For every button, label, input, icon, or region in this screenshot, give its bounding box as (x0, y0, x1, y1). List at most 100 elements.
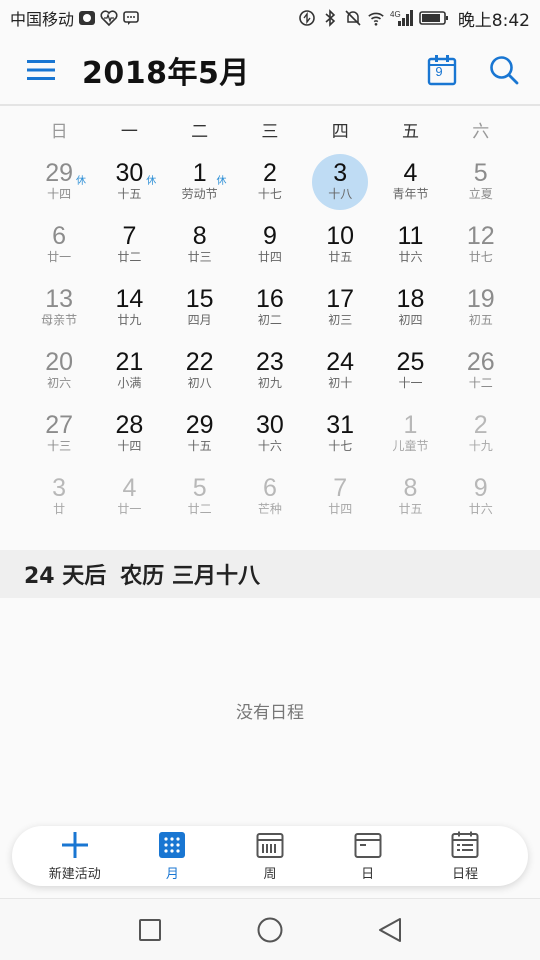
back-button[interactable] (370, 910, 410, 950)
day-cell[interactable]: 2 十九 (446, 402, 516, 465)
signal-icon: 4G (390, 9, 414, 27)
day-cell[interactable]: 31 十七 (305, 402, 375, 465)
day-cell[interactable]: 13 母亲节 (24, 276, 94, 339)
day-cell[interactable]: 23 初九 (235, 339, 305, 402)
tab-new-event[interactable]: 新建活动 (26, 826, 124, 886)
day-cell[interactable]: 24 初十 (305, 339, 375, 402)
day-cell[interactable]: 6 芒种 (235, 465, 305, 528)
lunar-label: 儿童节 (392, 439, 429, 453)
lunar-label: 十八 (328, 187, 353, 201)
bottom-tab-bar: 新建活动 月 周 日 日程 (12, 826, 528, 886)
day-cell[interactable]: 4 廿一 (94, 465, 164, 528)
menu-button[interactable] (18, 47, 64, 93)
day-number: 14 (115, 285, 144, 313)
day-number: 4 (122, 474, 137, 502)
lunar-label: 初九 (257, 376, 282, 390)
today-button[interactable]: 9 (424, 52, 460, 88)
system-nav-bar (0, 898, 540, 960)
day-cell[interactable]: 8 廿五 (375, 465, 445, 528)
day-number: 5 (473, 159, 488, 187)
day-cell[interactable]: 26 十二 (446, 339, 516, 402)
day-cell[interactable]: 28 十四 (94, 402, 164, 465)
day-cell[interactable]: 17 初三 (305, 276, 375, 339)
lunar-label: 廿一 (47, 250, 72, 264)
day-cell-selected[interactable]: 3 十八 (305, 150, 375, 213)
day-cell[interactable]: 1 休劳动节 (165, 150, 235, 213)
day-cell[interactable]: 9 廿四 (235, 213, 305, 276)
tab-label: 新建活动 (48, 867, 101, 882)
svg-text:4G: 4G (390, 10, 401, 19)
weekday-header: 日 一 二 三 四 五 六 (24, 114, 516, 150)
tab-label: 月 (165, 867, 179, 882)
home-button[interactable] (250, 910, 290, 950)
tab-day[interactable]: 日 (319, 826, 417, 886)
day-cell[interactable]: 3廿 (24, 465, 94, 528)
day-cell[interactable]: 2 十七 (235, 150, 305, 213)
day-cell[interactable]: 30 休十五 (94, 150, 164, 213)
app-header: 2018年5月 9 (0, 36, 540, 106)
lunar-date-label: 农历 三月十八 (120, 564, 260, 589)
day-cell[interactable]: 5 廿二 (165, 465, 235, 528)
holiday-badge: 休 (76, 176, 86, 187)
days-until-label: 24 天后 (24, 564, 107, 589)
lunar-label: 四月 (187, 313, 212, 327)
hamburger-menu-icon (27, 60, 55, 80)
lunar-label: 十九 (468, 439, 493, 453)
lunar-label: 廿五 (398, 502, 423, 516)
day-number: 10 (326, 222, 355, 250)
holiday-badge: 休 (146, 176, 157, 187)
day-cell[interactable]: 14 廿九 (94, 276, 164, 339)
plus-icon (60, 830, 90, 860)
status-bar: 中国移动 4G 晚上8:42 (0, 0, 540, 36)
lunar-label: 初三 (328, 313, 353, 327)
day-cell[interactable]: 7 廿四 (305, 465, 375, 528)
tab-month[interactable]: 月 (124, 826, 222, 886)
day-cell[interactable]: 16 初二 (235, 276, 305, 339)
search-button[interactable] (486, 52, 522, 88)
day-cell[interactable]: 4 青年节 (375, 150, 445, 213)
day-cell[interactable]: 29 休十四 (24, 150, 94, 213)
day-number: 26 (466, 348, 495, 376)
day-number: 9 (262, 222, 277, 250)
day-cell[interactable]: 1 儿童节 (375, 402, 445, 465)
day-cell[interactable]: 30 十六 (235, 402, 305, 465)
day-cell[interactable]: 25 十一 (375, 339, 445, 402)
day-cell[interactable]: 18 初四 (375, 276, 445, 339)
day-cell[interactable]: 20 初六 (24, 339, 94, 402)
tab-week[interactable]: 周 (221, 826, 319, 886)
lunar-label: 廿七 (468, 250, 493, 264)
day-cell[interactable]: 27 十三 (24, 402, 94, 465)
lunar-label: 初八 (187, 376, 212, 390)
day-view-icon (353, 830, 383, 860)
lunar-label: 廿九 (117, 313, 142, 327)
lunar-label: 廿一 (117, 502, 142, 516)
month-grid: 29 休十四 30 休十五 1 休劳动节 2 十七 3 十八 4 青年节 5 立夏 6 廿一 7… (24, 150, 516, 528)
lunar-label: 劳动节 (181, 187, 218, 201)
day-cell[interactable]: 12 廿七 (446, 213, 516, 276)
day-number: 13 (45, 285, 74, 313)
tab-agenda[interactable]: 日程 (416, 826, 514, 886)
day-cell[interactable]: 6 廿一 (24, 213, 94, 276)
day-number: 9 (473, 474, 488, 502)
day-cell[interactable]: 9 廿六 (446, 465, 516, 528)
weekday-wed: 三 (261, 122, 279, 142)
lunar-label: 十五 (117, 187, 142, 201)
day-number: 30 (256, 411, 284, 439)
day-number: 2 (473, 411, 488, 439)
day-cell[interactable]: 7 廿二 (94, 213, 164, 276)
weekday-thu: 四 (331, 122, 349, 142)
day-cell[interactable]: 15 四月 (165, 276, 235, 339)
day-cell[interactable]: 10 廿五 (305, 213, 375, 276)
lunar-label: 十六 (257, 439, 282, 453)
lunar-label: 初四 (398, 313, 423, 327)
day-cell[interactable]: 22 初八 (165, 339, 235, 402)
recents-button[interactable] (130, 910, 170, 950)
day-cell[interactable]: 21 小满 (94, 339, 164, 402)
day-number: 11 (397, 222, 424, 250)
day-cell[interactable]: 29 十五 (165, 402, 235, 465)
month-title[interactable]: 2018年5月 (82, 48, 250, 92)
day-cell[interactable]: 5 立夏 (446, 150, 516, 213)
day-cell[interactable]: 19 初五 (446, 276, 516, 339)
day-cell[interactable]: 11 廿六 (375, 213, 445, 276)
day-cell[interactable]: 8 廿三 (165, 213, 235, 276)
